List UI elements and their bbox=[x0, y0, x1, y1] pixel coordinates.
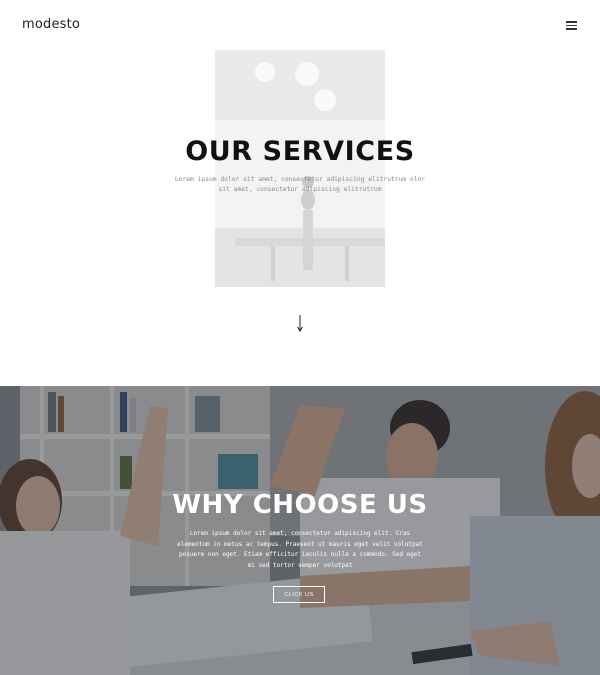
arrow-down-icon[interactable] bbox=[295, 314, 305, 334]
hamburger-menu-icon[interactable] bbox=[566, 19, 580, 31]
why-description: Lorem ipsum dolor sit amet, consectetur … bbox=[177, 530, 423, 569]
logo[interactable]: modesto bbox=[22, 17, 80, 32]
why-title: WHY CHOOSE US bbox=[172, 490, 428, 520]
services-hero-section: OUR SERVICES Lorem ipsum dolor sit amet,… bbox=[0, 0, 600, 336]
hero-background-photo bbox=[215, 50, 385, 287]
why-choose-us-section: WHY CHOOSE US Lorem ipsum dolor sit amet… bbox=[0, 386, 600, 675]
click-us-button[interactable]: CLICK US bbox=[273, 586, 325, 603]
site-header: modesto bbox=[0, 0, 600, 50]
services-description: Lorem ipsum dolor sit amet, consectetur … bbox=[174, 176, 426, 193]
services-title: OUR SERVICES bbox=[185, 136, 415, 167]
section-spacer bbox=[0, 336, 600, 386]
